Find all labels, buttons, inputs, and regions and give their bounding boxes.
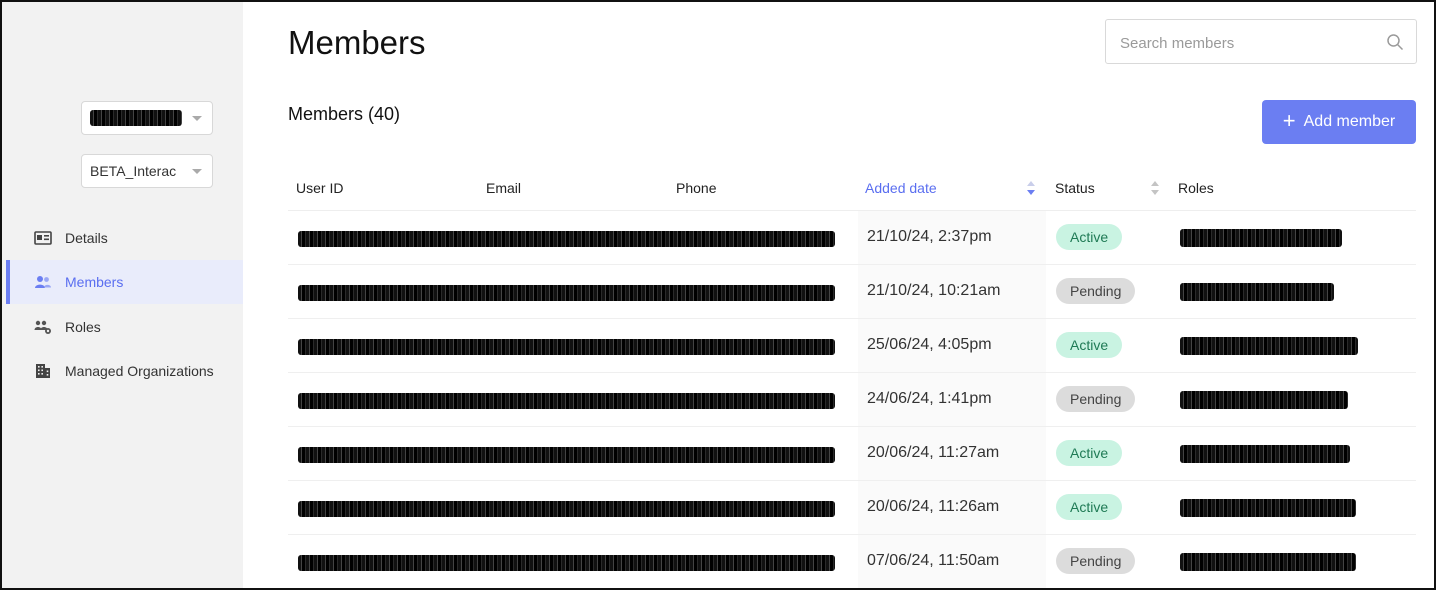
add-member-button[interactable]: + Add member bbox=[1262, 100, 1416, 144]
status-badge: Pending bbox=[1056, 386, 1136, 412]
added-date: 24/06/24, 1:41pm bbox=[867, 390, 992, 407]
status-badge: Active bbox=[1056, 440, 1123, 466]
redacted-roles bbox=[1180, 445, 1350, 463]
members-table: User ID Email Phone Added date Status Ro… bbox=[288, 168, 1416, 588]
sort-icon[interactable] bbox=[1026, 180, 1036, 196]
added-date: 21/10/24, 2:37pm bbox=[867, 228, 992, 245]
users-icon bbox=[35, 276, 51, 288]
redacted-user-details bbox=[298, 285, 835, 301]
sidebar-item-roles[interactable]: Roles bbox=[6, 305, 243, 349]
chevron-down-icon bbox=[192, 169, 202, 174]
status-badge: Active bbox=[1056, 332, 1123, 358]
redacted-roles bbox=[1180, 499, 1356, 517]
column-header-status[interactable]: Status bbox=[1055, 180, 1095, 196]
table-row[interactable]: 21/10/24, 2:37pm Active bbox=[288, 211, 1416, 265]
redacted-user-details bbox=[298, 231, 835, 247]
sidebar-item-details[interactable]: Details bbox=[6, 216, 243, 260]
column-header-roles[interactable]: Roles bbox=[1178, 180, 1214, 196]
redacted-user-details bbox=[298, 393, 835, 409]
project-selector-value: BETA_Interac bbox=[90, 163, 177, 179]
sort-icon[interactable] bbox=[1150, 180, 1160, 196]
table-row[interactable]: 21/10/24, 10:21am Pending bbox=[288, 265, 1416, 319]
redacted-roles bbox=[1180, 391, 1348, 409]
status-badge: Pending bbox=[1056, 548, 1136, 574]
plus-icon: + bbox=[1282, 108, 1296, 133]
table-row[interactable]: 20/06/24, 11:27am Active bbox=[288, 427, 1416, 481]
search-icon[interactable] bbox=[1386, 33, 1404, 51]
redacted-user-details bbox=[298, 447, 835, 463]
add-member-label: Add member bbox=[1303, 113, 1396, 130]
added-date: 20/06/24, 11:26am bbox=[867, 498, 1000, 515]
chevron-down-icon bbox=[192, 116, 202, 121]
status-badge: Active bbox=[1056, 224, 1123, 250]
redacted-org-name bbox=[90, 110, 182, 126]
sidebar-item-label: Managed Organizations bbox=[65, 363, 214, 379]
user-roles-icon bbox=[34, 320, 51, 334]
added-date: 21/10/24, 10:21am bbox=[867, 282, 1001, 299]
redacted-user-details bbox=[298, 555, 835, 571]
sidebar-item-label: Details bbox=[65, 230, 108, 246]
sidebar-item-members[interactable]: Members bbox=[6, 260, 243, 304]
redacted-roles bbox=[1180, 337, 1358, 355]
sidebar: BETA_Interac Details Members Roles Manag… bbox=[2, 2, 243, 588]
table-row[interactable]: 07/06/24, 11:50am Pending bbox=[288, 535, 1416, 588]
status-badge: Active bbox=[1056, 494, 1123, 520]
search-input[interactable] bbox=[1118, 30, 1382, 56]
page-title: Members bbox=[288, 24, 426, 61]
building-icon bbox=[36, 364, 50, 378]
redacted-roles bbox=[1180, 553, 1356, 571]
sidebar-item-managed-organizations[interactable]: Managed Organizations bbox=[6, 349, 243, 393]
column-header-email[interactable]: Email bbox=[486, 180, 521, 196]
org-selector[interactable] bbox=[81, 101, 213, 135]
added-date: 25/06/24, 4:05pm bbox=[867, 336, 992, 353]
members-count-heading: Members (40) bbox=[288, 104, 401, 124]
table-header: User ID Email Phone Added date Status Ro… bbox=[288, 168, 1416, 211]
project-selector[interactable]: BETA_Interac bbox=[81, 154, 213, 188]
table-row[interactable]: 20/06/24, 11:26am Active bbox=[288, 481, 1416, 535]
column-header-phone[interactable]: Phone bbox=[676, 180, 716, 196]
status-badge: Pending bbox=[1056, 278, 1136, 304]
id-card-icon bbox=[34, 231, 52, 245]
redacted-user-details bbox=[298, 501, 835, 517]
redacted-roles bbox=[1180, 283, 1334, 301]
column-header-added-date[interactable]: Added date bbox=[865, 180, 937, 196]
redacted-roles bbox=[1180, 229, 1342, 247]
column-header-user-id[interactable]: User ID bbox=[296, 180, 343, 196]
table-row[interactable]: 24/06/24, 1:41pm Pending bbox=[288, 373, 1416, 427]
redacted-user-details bbox=[298, 339, 835, 355]
sidebar-item-label: Members bbox=[65, 274, 124, 290]
app-frame: BETA_Interac Details Members Roles Manag… bbox=[0, 0, 1436, 590]
table-row[interactable]: 25/06/24, 4:05pm Active bbox=[288, 319, 1416, 373]
search-box[interactable] bbox=[1105, 19, 1417, 64]
sidebar-item-label: Roles bbox=[65, 319, 101, 335]
added-date: 07/06/24, 11:50am bbox=[867, 552, 1000, 569]
added-date: 20/06/24, 11:27am bbox=[867, 444, 1000, 461]
